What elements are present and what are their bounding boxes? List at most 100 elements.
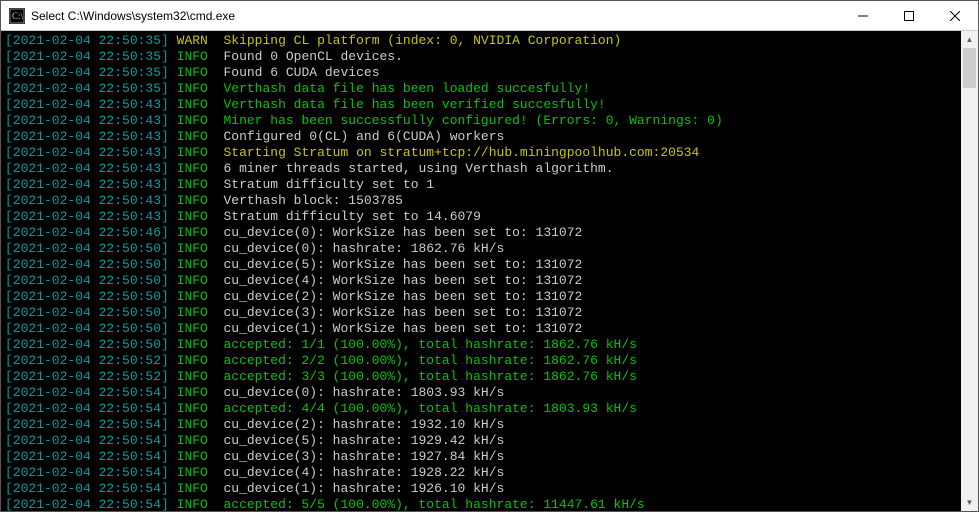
log-timestamp: [2021-02-04 22:50:35] xyxy=(5,49,169,64)
log-timestamp: [2021-02-04 22:50:54] xyxy=(5,481,169,496)
log-level: INFO xyxy=(177,273,208,288)
log-timestamp: [2021-02-04 22:50:50] xyxy=(5,257,169,272)
log-timestamp: [2021-02-04 22:50:43] xyxy=(5,193,169,208)
log-timestamp: [2021-02-04 22:50:43] xyxy=(5,145,169,160)
log-line: [2021-02-04 22:50:54] INFO cu_device(2):… xyxy=(5,417,957,433)
log-message: cu_device(0): WorkSize has been set to: … xyxy=(223,225,582,240)
log-timestamp: [2021-02-04 22:50:43] xyxy=(5,97,169,112)
maximize-button[interactable] xyxy=(886,1,932,30)
log-line: [2021-02-04 22:50:54] INFO cu_device(3):… xyxy=(5,449,957,465)
log-level: INFO xyxy=(177,145,208,160)
log-line: [2021-02-04 22:50:50] INFO cu_device(3):… xyxy=(5,305,957,321)
log-level: INFO xyxy=(177,49,208,64)
log-timestamp: [2021-02-04 22:50:35] xyxy=(5,33,169,48)
log-timestamp: [2021-02-04 22:50:50] xyxy=(5,289,169,304)
log-level: INFO xyxy=(177,225,208,240)
terminal-area: [2021-02-04 22:50:35] WARN Skipping CL p… xyxy=(1,31,978,511)
log-message: Stratum difficulty set to 1 xyxy=(223,177,434,192)
log-message: cu_device(3): hashrate: 1927.84 kH/s xyxy=(223,449,504,464)
log-line: [2021-02-04 22:50:43] INFO Starting Stra… xyxy=(5,145,957,161)
log-line: [2021-02-04 22:50:54] INFO cu_device(4):… xyxy=(5,465,957,481)
log-level: INFO xyxy=(177,337,208,352)
log-timestamp: [2021-02-04 22:50:50] xyxy=(5,273,169,288)
log-message: accepted: 5/5 (100.00%), total hashrate:… xyxy=(223,497,644,511)
log-message: cu_device(2): hashrate: 1932.10 kH/s xyxy=(223,417,504,432)
log-line: [2021-02-04 22:50:50] INFO accepted: 1/1… xyxy=(5,337,957,353)
scroll-thumb[interactable] xyxy=(963,48,976,88)
log-line: [2021-02-04 22:50:50] INFO cu_device(1):… xyxy=(5,321,957,337)
log-line: [2021-02-04 22:50:35] INFO Found 0 OpenC… xyxy=(5,49,957,65)
log-line: [2021-02-04 22:50:54] INFO accepted: 4/4… xyxy=(5,401,957,417)
scroll-up-arrow[interactable]: ▲ xyxy=(961,31,978,48)
log-level: INFO xyxy=(177,241,208,256)
log-level: INFO xyxy=(177,353,208,368)
svg-text:C:\: C:\ xyxy=(12,11,24,21)
log-level: INFO xyxy=(177,321,208,336)
log-line: [2021-02-04 22:50:54] INFO cu_device(5):… xyxy=(5,433,957,449)
log-timestamp: [2021-02-04 22:50:50] xyxy=(5,241,169,256)
log-line: [2021-02-04 22:50:52] INFO accepted: 2/2… xyxy=(5,353,957,369)
log-line: [2021-02-04 22:50:54] INFO cu_device(0):… xyxy=(5,385,957,401)
log-message: cu_device(0): hashrate: 1803.93 kH/s xyxy=(223,385,504,400)
log-timestamp: [2021-02-04 22:50:54] xyxy=(5,417,169,432)
cmd-icon: C:\ xyxy=(9,8,25,24)
log-message: Verthash data file has been verified suc… xyxy=(223,97,605,112)
log-message: accepted: 1/1 (100.00%), total hashrate:… xyxy=(223,337,636,352)
log-level: INFO xyxy=(177,465,208,480)
log-timestamp: [2021-02-04 22:50:43] xyxy=(5,209,169,224)
log-message: accepted: 4/4 (100.00%), total hashrate:… xyxy=(223,401,636,416)
log-message: Verthash data file has been loaded succe… xyxy=(223,81,590,96)
log-level: INFO xyxy=(177,289,208,304)
scroll-down-arrow[interactable]: ▼ xyxy=(961,494,978,511)
log-level: INFO xyxy=(177,113,208,128)
log-message: Skipping CL platform (index: 0, NVIDIA C… xyxy=(223,33,621,48)
log-timestamp: [2021-02-04 22:50:50] xyxy=(5,305,169,320)
log-line: [2021-02-04 22:50:50] INFO cu_device(0):… xyxy=(5,241,957,257)
log-level: INFO xyxy=(177,305,208,320)
log-line: [2021-02-04 22:50:43] INFO Configured 0(… xyxy=(5,129,957,145)
close-button[interactable] xyxy=(932,1,978,30)
log-level: INFO xyxy=(177,257,208,272)
minimize-button[interactable] xyxy=(840,1,886,30)
log-line: [2021-02-04 22:50:50] INFO cu_device(4):… xyxy=(5,273,957,289)
log-timestamp: [2021-02-04 22:50:35] xyxy=(5,81,169,96)
log-timestamp: [2021-02-04 22:50:54] xyxy=(5,433,169,448)
log-timestamp: [2021-02-04 22:50:54] xyxy=(5,449,169,464)
log-message: Starting Stratum on stratum+tcp://hub.mi… xyxy=(223,145,699,160)
log-timestamp: [2021-02-04 22:50:43] xyxy=(5,161,169,176)
log-timestamp: [2021-02-04 22:50:54] xyxy=(5,401,169,416)
log-line: [2021-02-04 22:50:52] INFO accepted: 3/3… xyxy=(5,369,957,385)
log-line: [2021-02-04 22:50:43] INFO Stratum diffi… xyxy=(5,177,957,193)
close-icon xyxy=(950,11,960,21)
log-level: INFO xyxy=(177,449,208,464)
log-message: cu_device(4): WorkSize has been set to: … xyxy=(223,273,582,288)
log-level: INFO xyxy=(177,81,208,96)
terminal-output[interactable]: [2021-02-04 22:50:35] WARN Skipping CL p… xyxy=(1,31,961,511)
log-message: cu_device(0): hashrate: 1862.76 kH/s xyxy=(223,241,504,256)
window-controls xyxy=(840,1,978,30)
window-title: Select C:\Windows\system32\cmd.exe xyxy=(31,9,840,23)
log-line: [2021-02-04 22:50:50] INFO cu_device(5):… xyxy=(5,257,957,273)
log-level: INFO xyxy=(177,497,208,511)
log-level: INFO xyxy=(177,97,208,112)
log-message: cu_device(4): hashrate: 1928.22 kH/s xyxy=(223,465,504,480)
log-message: cu_device(1): WorkSize has been set to: … xyxy=(223,321,582,336)
log-line: [2021-02-04 22:50:43] INFO Miner has bee… xyxy=(5,113,957,129)
log-line: [2021-02-04 22:50:43] INFO 6 miner threa… xyxy=(5,161,957,177)
log-line: [2021-02-04 22:50:43] INFO Stratum diffi… xyxy=(5,209,957,225)
log-timestamp: [2021-02-04 22:50:43] xyxy=(5,177,169,192)
titlebar[interactable]: C:\ Select C:\Windows\system32\cmd.exe xyxy=(1,1,978,31)
log-message: Miner has been successfully configured! … xyxy=(223,113,722,128)
log-message: Found 6 CUDA devices xyxy=(223,65,379,80)
log-timestamp: [2021-02-04 22:50:52] xyxy=(5,369,169,384)
log-timestamp: [2021-02-04 22:50:54] xyxy=(5,385,169,400)
log-line: [2021-02-04 22:50:54] INFO cu_device(1):… xyxy=(5,481,957,497)
vertical-scrollbar[interactable]: ▲ ▼ xyxy=(961,31,978,511)
log-timestamp: [2021-02-04 22:50:46] xyxy=(5,225,169,240)
maximize-icon xyxy=(904,11,914,21)
log-message: cu_device(1): hashrate: 1926.10 kH/s xyxy=(223,481,504,496)
log-line: [2021-02-04 22:50:35] INFO Found 6 CUDA … xyxy=(5,65,957,81)
log-timestamp: [2021-02-04 22:50:50] xyxy=(5,337,169,352)
log-message: cu_device(5): WorkSize has been set to: … xyxy=(223,257,582,272)
log-level: INFO xyxy=(177,129,208,144)
